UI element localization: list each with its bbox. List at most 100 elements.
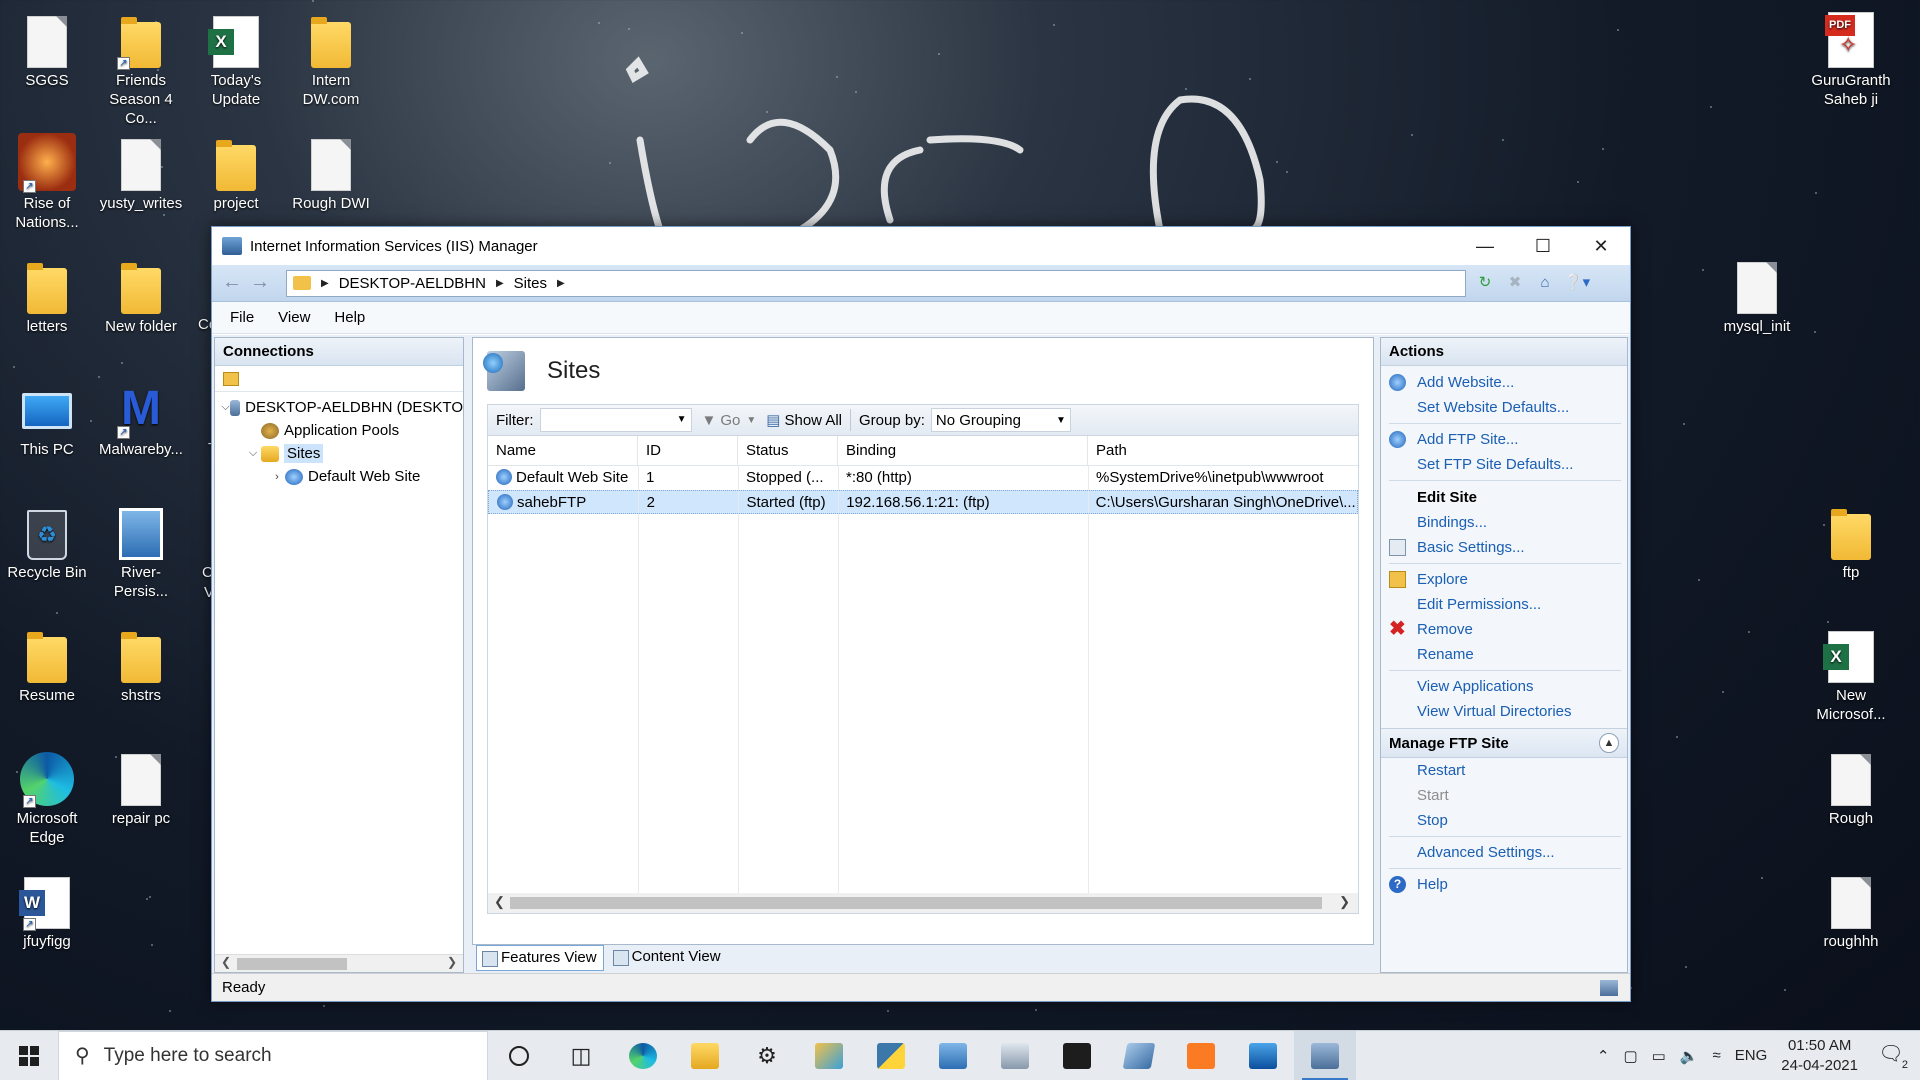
desktop-icon[interactable]: letters [0, 254, 94, 336]
tree-node[interactable]: › Default Web Site [215, 465, 463, 488]
breadcrumb-separator-icon[interactable]: ▶ [321, 278, 329, 289]
table-row[interactable]: Default Web Site 1 Stopped (... *:80 (http)… [488, 466, 1358, 490]
action-link[interactable]: Restart [1381, 758, 1627, 783]
filter-input[interactable]: ▼ [539, 408, 692, 432]
tree-expander-icon[interactable]: › [269, 471, 285, 483]
desktop-icon[interactable]: ♻ Recycle Bin [0, 500, 94, 582]
column-header-path[interactable]: Path [1088, 436, 1358, 465]
desktop-icon[interactable]: ↗ Rise of Nations... [0, 131, 94, 232]
clock[interactable]: 01:50 AM 24-04-2021 [1781, 1036, 1858, 1076]
photos-icon[interactable] [1232, 1031, 1294, 1080]
back-button[interactable]: ← [218, 270, 246, 296]
column-header-binding[interactable]: Binding [838, 436, 1088, 465]
stop-icon[interactable]: ✖ [1504, 272, 1526, 294]
device-icon[interactable]: ▢ [1623, 1047, 1637, 1065]
tree-node[interactable]: ⌵ Sites [215, 442, 463, 465]
desktop-icon[interactable]: mysql_init [1710, 254, 1804, 336]
refresh-icon[interactable]: ↻ [1474, 272, 1496, 294]
perf-monitor-icon[interactable] [984, 1031, 1046, 1080]
python-icon[interactable] [860, 1031, 922, 1080]
desktop-icon[interactable]: River-Persis... [94, 500, 188, 601]
action-link[interactable]: ✖ Remove [1381, 617, 1627, 642]
desktop-icon[interactable]: M ↗ Malwareby... [94, 377, 188, 459]
edge-taskbar-icon[interactable] [612, 1031, 674, 1080]
desktop-icon[interactable]: PDF ✧ GuruGranth Saheb ji [1804, 8, 1898, 109]
scroll-right-icon[interactable]: ❯ [1339, 894, 1350, 910]
desktop-icon[interactable]: Resume [0, 623, 94, 705]
desktop-icon[interactable]: ↗ Microsoft Edge [0, 746, 94, 847]
action-link[interactable]: View Virtual Directories [1381, 699, 1627, 724]
table-scrollbar[interactable]: ❮ ❯ [488, 893, 1358, 913]
title-bar[interactable]: Internet Information Services (IIS) Mana… [212, 227, 1630, 265]
action-link[interactable]: Stop [1381, 808, 1627, 833]
action-link[interactable]: Basic Settings... [1381, 535, 1627, 560]
go-button[interactable]: Go [720, 412, 740, 429]
action-link[interactable]: Add FTP Site... [1381, 427, 1627, 452]
close-button[interactable]: ✕ [1572, 227, 1630, 265]
help-link[interactable]: ? Help [1381, 872, 1627, 897]
xampp-icon[interactable] [1170, 1031, 1232, 1080]
tree-node[interactable]: ⌵ DESKTOP-AELDBHN (DESKTO [215, 396, 463, 419]
snip-tool-icon[interactable] [798, 1031, 860, 1080]
desktop-icon[interactable]: SGGS [0, 8, 94, 90]
scrollbar-thumb[interactable] [237, 958, 347, 970]
breadcrumb-item-sites[interactable]: Sites [514, 275, 547, 292]
show-all-button[interactable]: Show All [784, 412, 842, 429]
iis-manager-taskbar-icon[interactable] [1294, 1030, 1356, 1080]
column-header-status[interactable]: Status [738, 436, 838, 465]
new-connection-icon[interactable] [223, 371, 239, 386]
tree-node[interactable]: Application Pools [215, 419, 463, 442]
terminal-icon[interactable] [1046, 1031, 1108, 1080]
scrollbar-thumb[interactable] [510, 897, 1322, 909]
cortana-icon[interactable] [488, 1031, 550, 1080]
column-header-name[interactable]: Name [488, 436, 638, 465]
file-explorer-icon[interactable] [674, 1031, 736, 1080]
action-link[interactable]: Set FTP Site Defaults... [1381, 452, 1627, 477]
desktop-icon[interactable]: ↗ Friends Season 4 Co... [94, 8, 188, 128]
show-hidden-icons-chevron-icon[interactable]: ⌃ [1597, 1047, 1610, 1065]
manage-ftp-site-header[interactable]: Manage FTP Site ▲ [1381, 728, 1627, 758]
home-icon[interactable]: ⌂ [1534, 272, 1556, 294]
desktop-icon[interactable]: This PC [0, 377, 94, 459]
action-link[interactable]: Bindings... [1381, 510, 1627, 535]
scroll-left-icon[interactable]: ❮ [494, 894, 505, 910]
action-link[interactable]: View Applications [1381, 674, 1627, 699]
group-by-select[interactable]: No Grouping ▼ [930, 408, 1071, 432]
menu-view[interactable]: View [278, 309, 310, 326]
action-link[interactable]: Edit Permissions... [1381, 592, 1627, 617]
desktop-icon[interactable]: ftp [1804, 500, 1898, 582]
advanced-settings-link[interactable]: Advanced Settings... [1381, 840, 1627, 865]
column-header-id[interactable]: ID [638, 436, 738, 465]
desktop-icon[interactable]: Rough DWI [284, 131, 378, 213]
tree-expander-icon[interactable]: ⌵ [221, 401, 230, 414]
virtualbox-icon[interactable] [1108, 1031, 1170, 1080]
desktop-icon[interactable]: shstrs [94, 623, 188, 705]
scroll-left-icon[interactable]: ❮ [221, 955, 231, 969]
breadcrumb-item-server[interactable]: DESKTOP-AELDBHN [339, 275, 486, 292]
forward-button[interactable]: → [246, 270, 274, 296]
desktop-icon[interactable]: X New Microsof... [1804, 623, 1898, 724]
desktop-icon[interactable]: W ↗ jfuyfigg [0, 869, 94, 951]
maximize-button[interactable]: ☐ [1514, 227, 1572, 265]
desktop-icon[interactable]: yusty_writes [94, 131, 188, 213]
connections-scrollbar[interactable]: ❮ ❯ [215, 954, 463, 972]
table-row[interactable]: sahebFTP 2 Started (ftp) 192.168.56.1:21: (… [488, 490, 1358, 514]
notification-center-icon[interactable]: 🗨 2 [1872, 1041, 1910, 1071]
volume-icon[interactable]: 🔈 [1680, 1047, 1699, 1065]
action-link[interactable]: Add Website... [1381, 370, 1627, 395]
desktop-icon[interactable]: Intern DW.com [284, 8, 378, 109]
breadcrumb-separator-icon[interactable]: ▶ [557, 278, 565, 289]
taskbar-search[interactable]: ⚲ Type here to search [58, 1030, 488, 1080]
tree-expander-icon[interactable]: ⌵ [245, 447, 261, 460]
desktop-icon[interactable]: project [189, 131, 283, 213]
go-dropdown-icon[interactable]: ▼ [746, 415, 756, 426]
action-link[interactable]: Set Website Defaults... [1381, 395, 1627, 420]
desktop-icon[interactable]: Rough [1804, 746, 1898, 828]
tab-content-view[interactable]: Content View [608, 945, 727, 971]
action-link[interactable]: Explore [1381, 567, 1627, 592]
desktop-icon[interactable]: X Today's Update [189, 8, 283, 109]
collapse-chevron-icon[interactable]: ▲ [1599, 733, 1619, 753]
menu-file[interactable]: File [230, 309, 254, 326]
settings-gear-icon[interactable]: ⚙ [736, 1031, 798, 1080]
wifi-icon[interactable]: ≈ [1713, 1047, 1721, 1064]
